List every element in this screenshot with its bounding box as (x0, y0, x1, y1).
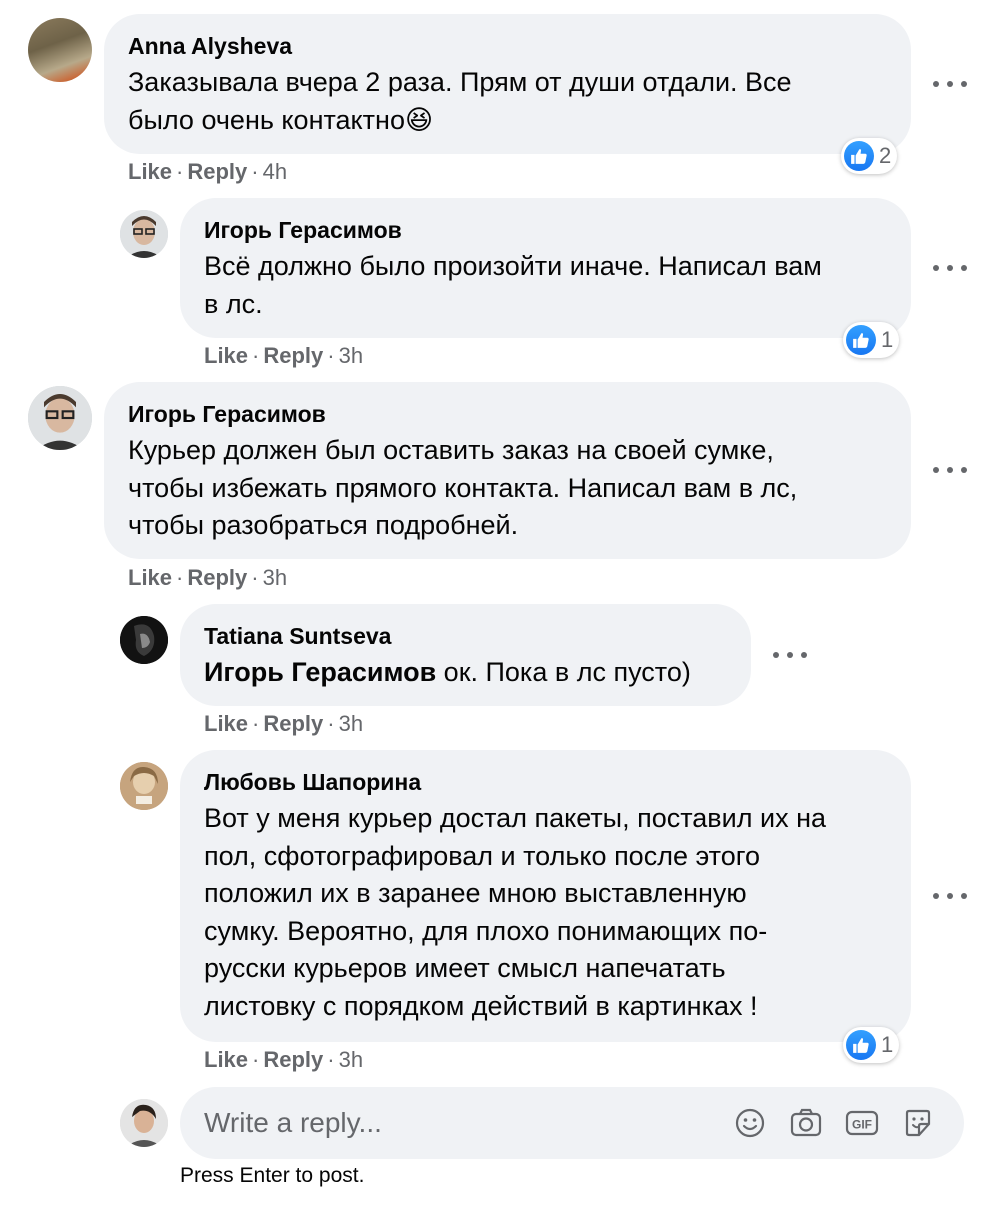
comment-text-line: Вот у меня курьер достал пакеты, постави… (204, 803, 827, 833)
current-user-avatar[interactable] (120, 1099, 168, 1147)
emoji-icon[interactable] (732, 1105, 768, 1141)
comment-text-line: сумку. Вероятно, для плохо понимающих по… (204, 915, 768, 946)
thumbs-up-icon (846, 325, 876, 355)
timestamp[interactable]: 4h (263, 159, 287, 184)
like-button[interactable]: Like (204, 711, 248, 736)
comment-text-line: листовку с порядком действий в картинках… (204, 990, 758, 1021)
comment-text: Игорь Герасимов ок. Пока в лс пусто) (204, 654, 691, 692)
reply-button[interactable]: Reply (263, 711, 323, 736)
comment-text-line: русски курьеров имеет смысл напечатать (204, 953, 726, 983)
timestamp[interactable]: 3h (339, 343, 363, 368)
avatar[interactable] (28, 386, 92, 450)
reply-input[interactable]: Write a reply... GIF (180, 1087, 964, 1159)
comment-text: Вот у меня курьер достал пакеты, постави… (204, 800, 826, 1025)
avatar[interactable] (120, 210, 168, 258)
comment-text-line: чтобы избежать прямого контакта. Написал… (128, 472, 798, 503)
comment-author[interactable]: Tatiana Suntseva (204, 622, 391, 650)
reply-button[interactable]: Reply (263, 343, 323, 368)
comment-text-line: в лс. (204, 288, 263, 319)
avatar[interactable] (120, 762, 168, 810)
comment-text-line: чтобы разобраться подробней. (128, 510, 519, 540)
reaction-count[interactable]: 1 (843, 322, 900, 358)
more-options-button[interactable] (933, 258, 967, 278)
reaction-count[interactable]: 2 (841, 138, 898, 174)
comment-actions: Like · Reply · 4h (128, 159, 288, 184)
comment-bubble: Tatiana Suntseva Игорь Герасимов ок. Пок… (180, 604, 751, 706)
comment-actions: Like · Reply · 3h (128, 565, 288, 590)
comment-text-line: было очень контактно (128, 104, 405, 135)
more-options-button[interactable] (933, 74, 967, 94)
reaction-count-number: 2 (879, 143, 892, 168)
comment-author[interactable]: Игорь Герасимов (128, 400, 326, 428)
comment-text-line: Заказывала вчера 2 раза. Прям от души от… (128, 67, 792, 97)
timestamp[interactable]: 3h (263, 565, 287, 590)
comment-bubble: Игорь Герасимов Курьер должен был остави… (104, 382, 911, 559)
more-options-button[interactable] (773, 645, 807, 665)
comment-bubble: Любовь Шапорина Вот у меня курьер достал… (180, 750, 911, 1042)
thumbs-up-icon (844, 141, 874, 171)
like-button[interactable]: Like (128, 159, 172, 184)
like-button[interactable]: Like (128, 565, 172, 590)
mention-link[interactable]: Игорь Герасимов (204, 657, 436, 687)
comment-author[interactable]: Игорь Герасимов (204, 216, 402, 244)
comment-text: Заказывала вчера 2 раза. Прям от души от… (128, 64, 792, 139)
comment-actions: Like · Reply · 3h (204, 711, 364, 736)
reply-button[interactable]: Reply (263, 1047, 323, 1072)
reaction-count[interactable]: 1 (843, 1027, 900, 1063)
reply-input-placeholder: Write a reply... (204, 1107, 382, 1138)
comment-author[interactable]: Anna Alysheva (128, 32, 292, 60)
comment-actions: Like · Reply · 3h (204, 343, 364, 368)
camera-icon[interactable] (788, 1105, 824, 1141)
avatar[interactable] (120, 616, 168, 664)
svg-text:GIF: GIF (852, 1118, 872, 1132)
more-options-button[interactable] (933, 886, 967, 906)
comment-text-line: Курьер должен был оставить заказ на свое… (128, 435, 774, 465)
comment-text: Курьер должен был оставить заказ на свое… (128, 432, 797, 545)
comment-text-line: положил их в заранее мною выставленную (204, 878, 747, 908)
comment-text-line: Всё должно было произойти иначе. Написал… (204, 251, 822, 281)
avatar[interactable] (28, 18, 92, 82)
thumbs-up-icon (846, 1030, 876, 1060)
reply-button[interactable]: Reply (187, 159, 247, 184)
like-button[interactable]: Like (204, 1047, 248, 1072)
timestamp[interactable]: 3h (339, 1047, 363, 1072)
comment-bubble: Игорь Герасимов Всё должно было произойт… (180, 198, 911, 338)
more-options-button[interactable] (933, 460, 967, 480)
sticker-icon[interactable] (900, 1105, 936, 1141)
reply-button[interactable]: Reply (187, 565, 247, 590)
comment-author[interactable]: Любовь Шапорина (204, 768, 421, 796)
comment-text-line: пол, сфотографировал и только после этог… (204, 840, 761, 871)
comment-bubble: Anna Alysheva Заказывала вчера 2 раза. П… (104, 14, 911, 154)
timestamp[interactable]: 3h (339, 711, 363, 736)
comment-text-line: ок. Пока в лс пусто) (436, 657, 691, 687)
post-hint: Press Enter to post. (180, 1164, 365, 1187)
comment-text: Всё должно было произойти иначе. Написал… (204, 248, 822, 323)
like-button[interactable]: Like (204, 343, 248, 368)
comment-actions: Like · Reply · 3h (204, 1047, 364, 1072)
gif-icon[interactable]: GIF (844, 1105, 880, 1141)
grinning-squinting-emoji-icon: 😆 (404, 104, 434, 135)
reaction-count-number: 1 (881, 1032, 894, 1057)
reaction-count-number: 1 (881, 327, 894, 352)
